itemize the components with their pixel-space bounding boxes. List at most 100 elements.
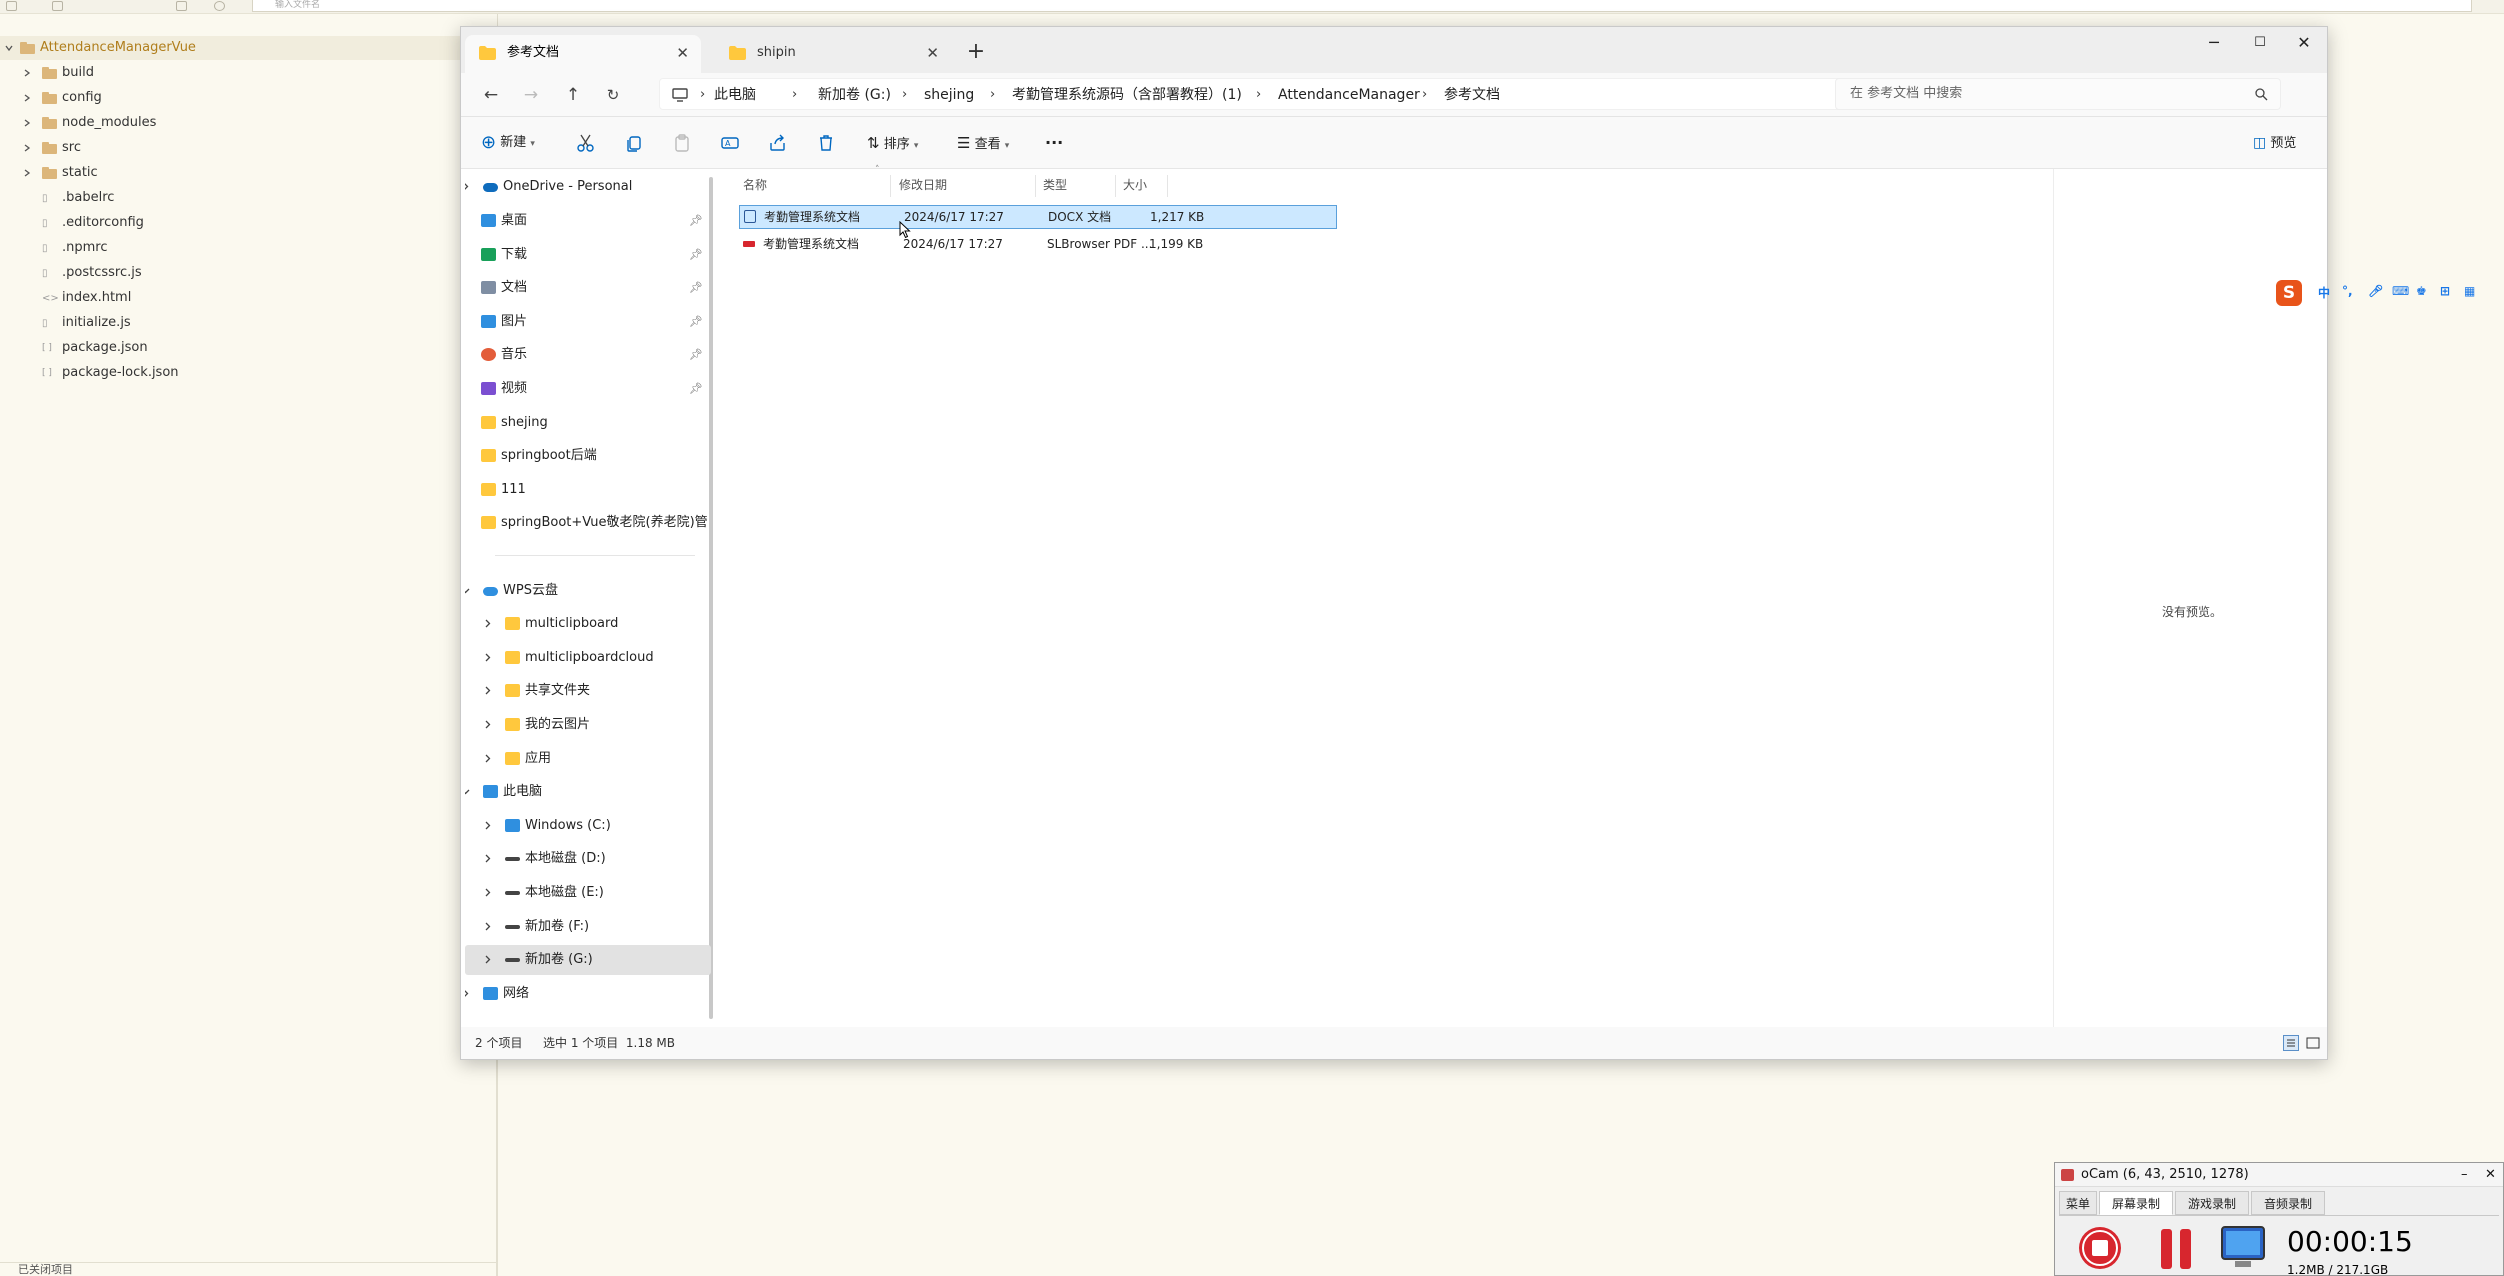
close-icon[interactable]: ✕ [926, 35, 939, 71]
nav-drive[interactable]: 新加卷 (G:) [465, 945, 711, 975]
chevron-right-icon[interactable] [483, 653, 492, 662]
run-icon[interactable] [214, 1, 225, 11]
back-button[interactable]: ← [475, 79, 507, 111]
ocam-tab-audio-record[interactable]: 音频录制 [2251, 1191, 2325, 1215]
chevron-down-icon[interactable] [465, 586, 470, 595]
view-button[interactable]: ☰ 查看 ▾ [957, 129, 1009, 157]
pause-icon[interactable] [2157, 1227, 2195, 1271]
breadcrumb-this-pc[interactable]: 此电脑 [714, 79, 756, 111]
back-icon[interactable] [6, 1, 17, 11]
up-button[interactable]: ↑ [557, 79, 589, 111]
rename-icon[interactable]: A [719, 132, 741, 154]
ime-mode-toggle[interactable]: 中 [2318, 284, 2330, 301]
ocam-tab-screen-record[interactable]: 屏幕录制 [2099, 1191, 2173, 1215]
pin-icon[interactable]: 📌︎ [689, 240, 703, 270]
close-icon[interactable]: ✕ [676, 35, 689, 71]
record-stop-icon[interactable] [2077, 1225, 2123, 1271]
chevron-down-icon[interactable] [4, 43, 14, 53]
ide-tree-item[interactable]: AttendanceManagerVue [0, 36, 496, 60]
nav-quick-access-item[interactable]: 音乐 📌︎ [465, 340, 711, 370]
tab-shipin[interactable]: shipin ✕ [715, 35, 951, 73]
ocam-tab-game-record[interactable]: 游戏录制 [2175, 1191, 2249, 1215]
chevron-right-icon[interactable] [465, 182, 470, 191]
sogou-logo-icon[interactable]: S [2276, 280, 2302, 306]
column-divider[interactable] [1115, 175, 1116, 197]
breadcrumb-current[interactable]: 参考文档 [1444, 79, 1500, 111]
more-options-button[interactable]: ··· [1045, 129, 1063, 157]
close-button[interactable]: ✕ [2485, 1163, 2496, 1187]
pin-icon[interactable]: 📌︎ [689, 340, 703, 370]
sort-button[interactable]: ⇅ 排序 ▾ [867, 129, 918, 157]
chevron-right-icon[interactable] [483, 955, 492, 964]
column-header-name[interactable]: 名称 [743, 169, 767, 201]
nav-onedrive[interactable]: OneDrive - Personal [465, 172, 711, 202]
nav-quick-access-item[interactable]: shejing [465, 408, 711, 438]
chevron-right-icon[interactable] [483, 754, 492, 763]
tab-reference-docs[interactable]: 参考文档 ✕ [465, 35, 701, 73]
nav-quick-access-item[interactable]: 桌面 📌︎ [465, 206, 711, 236]
skin-icon[interactable]: ♚ [2416, 284, 2427, 298]
ide-closed-projects[interactable]: 已关闭项目 [0, 1262, 497, 1276]
nav-wps-item[interactable]: multiclipboardcloud [465, 643, 711, 673]
nav-wps-item[interactable]: 我的云图片 [465, 710, 711, 740]
nav-drive[interactable]: Windows (C:) [465, 811, 711, 841]
chevron-right-icon[interactable] [22, 68, 32, 78]
ocam-tab-menu[interactable]: 菜单 [2059, 1191, 2097, 1215]
file-row[interactable]: 考勤管理系统文档 2024/6/17 17:27 DOCX 文档 1,217 KB [739, 205, 1337, 229]
chevron-right-icon[interactable] [483, 821, 492, 830]
cut-icon[interactable] [575, 132, 597, 154]
new-tab-button[interactable]: + [961, 37, 991, 67]
column-header-size[interactable]: 大小 [1123, 169, 1147, 201]
chevron-right-icon[interactable] [22, 168, 32, 178]
minimize-button[interactable]: ─ [2191, 27, 2237, 59]
nav-quick-access-item[interactable]: 视频 📌︎ [465, 374, 711, 404]
breadcrumb-attendancemanager[interactable]: AttendanceManager [1278, 79, 1420, 111]
chevron-right-icon[interactable] [483, 686, 492, 695]
forward-button[interactable]: → [515, 79, 547, 111]
tiles-view-icon[interactable] [2305, 1035, 2321, 1051]
chevron-right-icon[interactable] [483, 888, 492, 897]
nav-quick-access-item[interactable]: 111 [465, 475, 711, 505]
microphone-icon[interactable]: 🎤︎ [2368, 284, 2383, 298]
paste-icon[interactable] [671, 132, 693, 154]
new-button[interactable]: ⊕ 新建 ▾ [481, 129, 535, 157]
delete-icon[interactable] [815, 132, 837, 154]
chevron-right-icon[interactable] [483, 922, 492, 931]
nav-quick-access-item[interactable]: springboot后端 [465, 441, 711, 471]
nav-quick-access-item[interactable]: 图片 📌︎ [465, 307, 711, 337]
breadcrumb-shejing[interactable]: shejing [924, 79, 974, 111]
punctuation-icon[interactable]: °, [2342, 284, 2353, 298]
nav-drive[interactable]: 本地磁盘 (D:) [465, 844, 711, 874]
refresh-button[interactable]: ↻ [597, 79, 629, 111]
minimize-button[interactable]: – [2461, 1163, 2468, 1187]
nav-wps-item[interactable]: multiclipboard [465, 609, 711, 639]
details-view-icon[interactable] [2283, 1035, 2299, 1051]
nav-quick-access-item[interactable]: 下载 📌︎ [465, 240, 711, 270]
column-header-modified[interactable]: 修改日期 [899, 169, 947, 201]
chevron-right-icon[interactable] [483, 619, 492, 628]
address-bar[interactable]: › 此电脑 › 新加卷 (G:) › shejing › 考勤管理系统源码（含部… [659, 78, 1979, 110]
copy-icon[interactable] [623, 132, 645, 154]
save-icon[interactable] [52, 1, 63, 11]
game-icon[interactable]: ⊞ [2440, 284, 2450, 298]
chevron-right-icon[interactable] [465, 989, 470, 998]
nav-wps-cloud[interactable]: WPS云盘 [465, 576, 711, 606]
breadcrumb-source-folder[interactable]: 考勤管理系统源码（含部署教程）(1) [1012, 79, 1242, 111]
column-divider[interactable] [1167, 175, 1168, 197]
toolbox-icon[interactable]: ▦ [2464, 284, 2475, 298]
column-divider[interactable] [890, 175, 891, 197]
keyboard-icon[interactable]: ⌨ [2392, 284, 2409, 298]
column-header-type[interactable]: 类型 [1043, 169, 1067, 201]
chevron-right-icon[interactable] [22, 118, 32, 128]
pin-icon[interactable]: 📌︎ [689, 307, 703, 337]
chevron-right-icon[interactable] [22, 93, 32, 103]
chevron-right-icon[interactable] [483, 854, 492, 863]
ide-search-input[interactable]: 输入文件名 [252, 0, 2472, 12]
chevron-down-icon[interactable] [465, 787, 470, 796]
pin-icon[interactable]: 📌︎ [689, 374, 703, 404]
nav-this-pc[interactable]: 此电脑 [465, 777, 711, 807]
bookmark-icon[interactable] [176, 1, 187, 11]
breadcrumb-drive-g[interactable]: 新加卷 (G:) [818, 79, 891, 111]
preview-button[interactable]: ◫ 预览 [2253, 129, 2296, 157]
pin-icon[interactable]: 📌︎ [689, 273, 703, 303]
